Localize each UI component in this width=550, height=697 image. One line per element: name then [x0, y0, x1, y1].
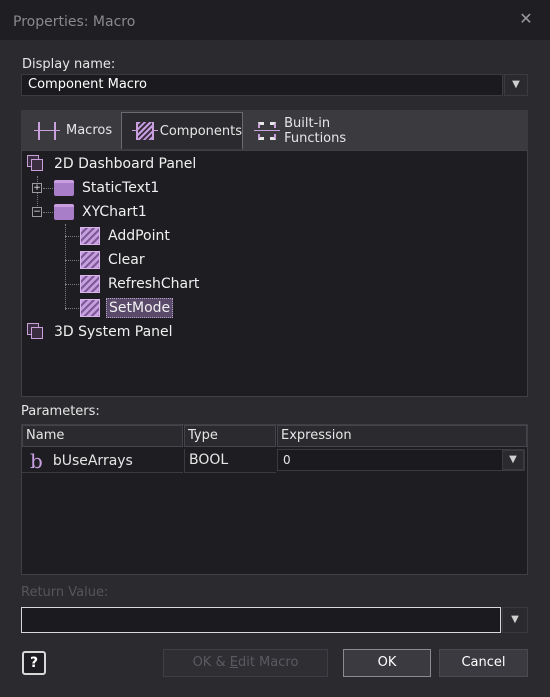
folder-icon	[54, 180, 74, 196]
expression-dropdown-button[interactable]: ▼	[502, 450, 524, 470]
tree-node-clear[interactable]: Clear	[80, 249, 147, 271]
button-label: OK &	[192, 655, 230, 670]
tree-node-label: RefreshChart	[108, 276, 200, 292]
tab-macros[interactable]: Macros	[24, 112, 120, 149]
panel-icon	[26, 154, 46, 174]
folder-icon	[54, 204, 74, 220]
chevron-down-icon: ▼	[509, 454, 517, 465]
param-name: bUseArrays	[52, 452, 133, 469]
ok-button[interactable]: OK	[343, 649, 431, 677]
tree-node-label: Clear	[108, 252, 145, 268]
tab-label: Components	[159, 123, 242, 139]
display-name-field[interactable]: Component Macro	[21, 74, 503, 96]
help-button[interactable]: ?	[22, 651, 46, 675]
column-header-name[interactable]: Name	[22, 425, 183, 447]
cancel-button[interactable]: Cancel	[439, 649, 528, 677]
tree-line	[65, 284, 79, 285]
tree-node-label: AddPoint	[108, 228, 170, 244]
chevron-down-icon: ▼	[512, 79, 520, 90]
tree-node-3d-system-panel[interactable]: 3D System Panel	[26, 321, 175, 343]
components-icon	[132, 120, 158, 142]
display-name-label: Display name:	[22, 57, 116, 72]
return-value-label: Return Value:	[21, 585, 109, 600]
chevron-down-icon: ▼	[511, 614, 519, 625]
window-title: Properties: Macro	[13, 14, 136, 30]
parameters-label: Parameters:	[21, 404, 100, 419]
macro-icon	[80, 299, 100, 317]
return-value-dropdown-button[interactable]: ▼	[502, 607, 528, 633]
button-label-accelerator: E	[229, 655, 238, 670]
param-expression-field[interactable]: 0	[277, 449, 525, 471]
tree-line	[43, 212, 53, 213]
macro-icon	[80, 251, 100, 269]
table-row[interactable]: b bUseArrays	[22, 449, 183, 473]
tree-node-refreshchart[interactable]: RefreshChart	[80, 273, 201, 295]
return-value-field[interactable]	[21, 607, 501, 633]
tree-node-label: 2D Dashboard Panel	[54, 156, 197, 172]
tree-node-label: StaticText1	[82, 180, 160, 196]
tree-node-setmode[interactable]: SetMode	[80, 297, 174, 319]
builtin-functions-icon	[254, 120, 280, 142]
macros-icon	[34, 120, 60, 142]
tree-line	[65, 260, 79, 261]
column-header-expression[interactable]: Expression	[277, 425, 527, 447]
tree-node-label: SetMode	[106, 298, 174, 318]
button-label: dit Macro	[237, 655, 299, 670]
tree-node-2d-dashboard-panel[interactable]: 2D Dashboard Panel	[26, 153, 198, 175]
tab-label: Built-in Functions	[284, 115, 347, 146]
tab-components[interactable]: Components	[121, 112, 243, 149]
tree-node-xychart1[interactable]: XYChart1	[54, 201, 149, 223]
tab-builtin-functions[interactable]: Built-in Functions	[244, 112, 388, 149]
tree-node-label: XYChart1	[82, 204, 147, 220]
macro-icon	[80, 227, 100, 245]
column-header-type[interactable]: Type	[184, 425, 276, 447]
tree-line	[43, 188, 53, 189]
bool-type-icon: b	[30, 448, 43, 473]
tree-node-addpoint[interactable]: AddPoint	[80, 225, 172, 247]
close-icon[interactable]: ✕	[518, 11, 534, 27]
panel-icon	[26, 322, 46, 342]
expand-button[interactable]: +	[32, 183, 42, 193]
macro-icon	[80, 275, 100, 293]
tree-node-statictext1[interactable]: StaticText1	[54, 177, 161, 199]
display-name-dropdown-button[interactable]: ▼	[504, 74, 528, 96]
tab-label: Macros	[66, 123, 113, 138]
tree-line	[65, 236, 79, 237]
collapse-button[interactable]: −	[32, 207, 42, 217]
ok-edit-macro-button[interactable]: OK & Edit Macro	[163, 649, 328, 677]
tree-line	[65, 308, 79, 309]
tree-node-label: 3D System Panel	[54, 324, 173, 340]
param-type: BOOL	[184, 449, 276, 473]
